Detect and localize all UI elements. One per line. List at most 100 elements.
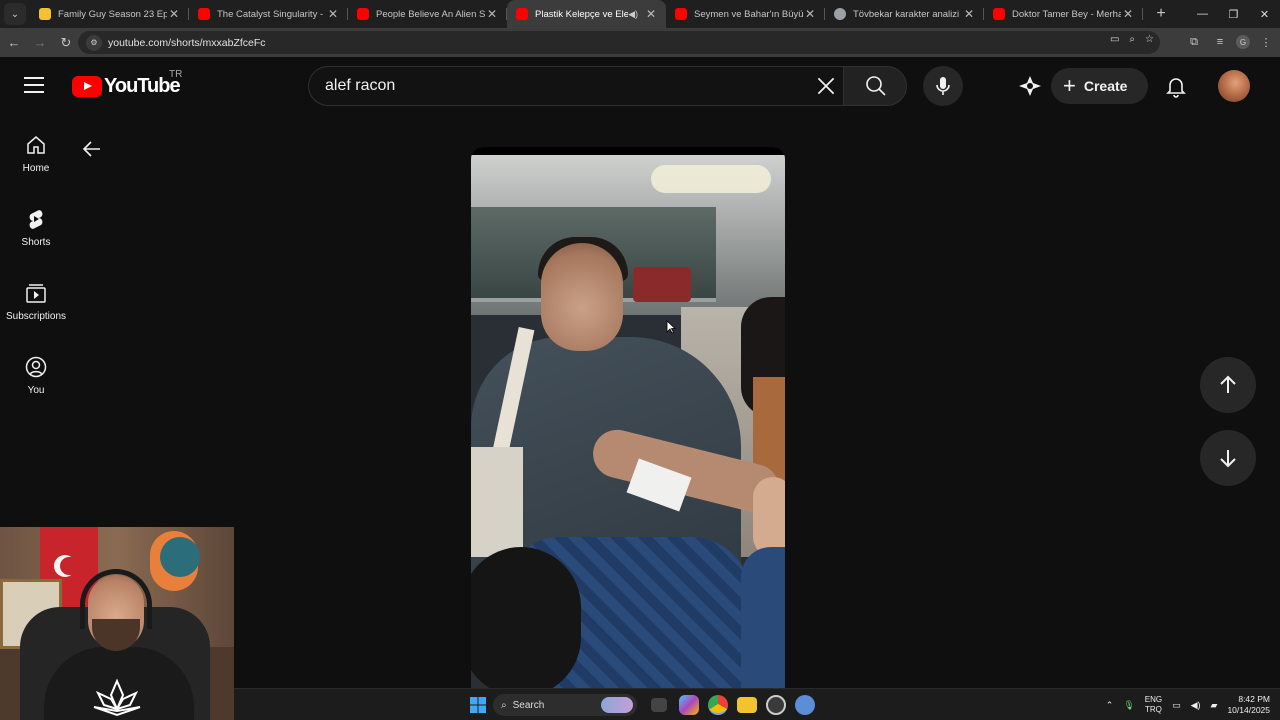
extensions-icon[interactable]: ⧉ [1184,30,1204,54]
battery-icon[interactable]: ▰ [1211,700,1218,711]
webcam-overlay [0,527,234,720]
address-bar[interactable]: ⚙ youtube.com/shorts/mxxabZfceFc ▭ ⌕ ☆ [78,31,1160,54]
tab-close-icon[interactable]: ✕ [1121,7,1135,21]
guide-label: Home [22,163,50,174]
volume-icon[interactable]: ◀) [1191,700,1201,711]
guide-item-home[interactable]: Home [0,115,72,189]
tab-5[interactable]: Tövbekar karakter analizi ✕ [825,0,984,28]
new-tab-icon[interactable]: + [1149,2,1173,26]
language-indicator[interactable]: ENG TRQ [1145,695,1162,715]
youtube-logo[interactable]: YouTube TR [72,69,182,97]
restore-icon[interactable]: ❐ [1218,0,1249,28]
shorts-icon [29,210,43,229]
guide-menu-icon[interactable] [24,77,46,95]
network-icon[interactable]: ▭ [1172,700,1181,711]
create-button[interactable]: + Create [1051,68,1148,104]
lang-top: ENG [1144,695,1163,704]
taskbar-search-box[interactable]: ⌕ Search [493,694,637,716]
tab-close-icon[interactable]: ✕ [803,7,817,21]
country-code: TR [169,69,183,80]
clear-search-icon[interactable] [813,73,839,99]
subscriptions-icon [26,284,46,303]
tab-favicon [834,8,846,20]
profile-icon[interactable]: G [1236,35,1250,49]
task-view-icon[interactable] [651,698,667,712]
clock-time: 8:42 PM [1238,694,1270,704]
tab-favicon [357,8,369,20]
bookmark-star-icon[interactable]: ☆ [1145,34,1154,45]
search-highlight-icon [601,697,633,713]
tab-0[interactable]: Family Guy Season 23 Episode ✕ [30,0,189,28]
windows-taskbar: ⌕ Search ⌃ 🎙 ENG TRQ ▭ ◀) ▰ 8:42 PM 10/1… [234,688,1280,720]
arrow-down-icon [1220,450,1236,468]
back-icon[interactable]: ← [2,31,26,55]
video-tote-bag [471,447,523,557]
guide-item-shorts[interactable]: Shorts [0,189,72,263]
tab-close-icon[interactable]: ✕ [326,7,340,21]
tab-6[interactable]: Doktor Tamer Bey - Merhabalar ✕ [984,0,1143,28]
notifications-bell-icon[interactable] [1164,74,1188,98]
tab-title: The Catalyst Singularity - YouTube [217,8,326,20]
create-label: Create [1083,78,1128,94]
guide-item-you[interactable]: You [0,337,72,411]
zoom-icon[interactable]: ⌕ [1129,34,1135,45]
previous-short-button[interactable] [1200,357,1256,413]
clock-date: 10/14/2025 [1227,705,1270,715]
microphone-icon [936,77,950,95]
arrow-up-icon [1220,375,1236,393]
tab-favicon [198,8,210,20]
tab-3-active[interactable]: Plastik Kelepçe ve Elektroşok ◀) ✕ [507,0,666,28]
tab-search-icon[interactable]: ⌄ [4,3,26,25]
speaker-icon[interactable]: ◀) [628,9,638,20]
lang-bottom: TRQ [1144,705,1162,714]
tray-microphone-icon[interactable]: 🎙 [1123,700,1134,711]
video-seat-right [741,547,785,688]
tab-title: Doktor Tamer Bey - Merhabalar [1012,8,1121,20]
home-icon [27,136,45,154]
tab-close-icon[interactable]: ✕ [167,7,181,21]
tab-close-icon[interactable]: ✕ [485,7,499,21]
tab-close-icon[interactable]: ✕ [644,7,658,21]
forward-icon[interactable]: → [28,31,52,55]
tab-close-icon[interactable]: ✕ [962,7,976,21]
video-passenger-face [753,477,785,557]
tab-title: Plastik Kelepçe ve Elektroşok [535,8,629,20]
you-icon [25,356,47,378]
back-arrow-icon[interactable] [80,137,104,161]
gemini-extension-icon[interactable] [1017,74,1043,98]
mini-guide: Home Shorts Subscriptions You [0,115,72,411]
minimize-icon[interactable]: — [1187,0,1218,28]
next-short-button[interactable] [1200,430,1256,486]
app-icon[interactable] [766,695,786,715]
shorts-video-player[interactable] [471,147,785,688]
media-controls-icon[interactable]: ≡ [1210,30,1230,54]
window-close-icon[interactable]: ✕ [1249,0,1280,28]
voice-search-button[interactable] [923,66,963,106]
search-button[interactable] [843,66,907,106]
taskbar-search-label: Search [512,699,545,711]
youtube-masthead: YouTube TR alef racon + Create [0,57,1280,115]
guide-item-subscriptions[interactable]: Subscriptions [0,263,72,337]
taskbar-clock[interactable]: 8:42 PM 10/14/2025 [1227,694,1270,716]
reload-icon[interactable]: ↻ [54,31,78,55]
account-avatar[interactable] [1218,70,1250,102]
settings-icon[interactable] [795,695,815,715]
tray-overflow-icon[interactable]: ⌃ [1106,700,1114,711]
video-man-head [541,243,623,351]
chrome-menu-icon[interactable]: ⋮ [1256,30,1276,54]
windows-start-icon[interactable] [470,697,486,713]
install-app-icon[interactable]: ▭ [1110,34,1119,45]
copilot-icon[interactable] [679,695,699,715]
tab-title: Tövbekar karakter analizi [853,8,960,20]
webcam-wall-art-circle [160,537,200,577]
guide-label: You [27,385,45,396]
video-red-bag [633,267,691,302]
tab-2[interactable]: People Believe An Alien Spacecraft ✕ [348,0,507,28]
tab-1[interactable]: The Catalyst Singularity - YouTube ✕ [189,0,348,28]
file-explorer-icon[interactable] [737,697,757,713]
chrome-icon[interactable] [708,695,728,715]
site-info-icon[interactable]: ⚙ [86,34,102,51]
youtube-play-icon [72,75,102,97]
search-input[interactable]: alef racon [308,66,843,106]
tab-4[interactable]: Seymen ve Bahar'ın Büyük Kavgası ✕ [666,0,825,28]
